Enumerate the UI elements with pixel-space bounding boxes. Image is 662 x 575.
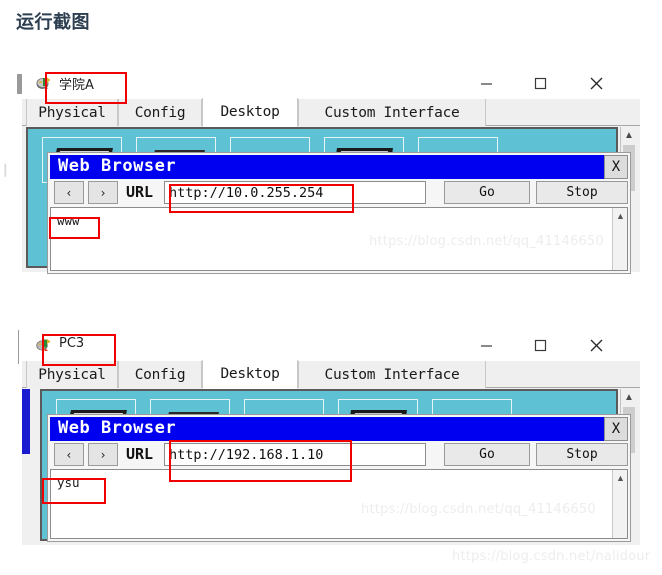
tabstrip-xueyuana: Physical Config Desktop Custom Interface: [22, 98, 640, 127]
scroll-up-arrow-icon[interactable]: ▲: [621, 389, 637, 405]
close-button[interactable]: [574, 68, 618, 99]
page-body-text: www: [57, 213, 80, 228]
tab-label: Physical: [38, 104, 106, 121]
scroll-up-arrow-icon[interactable]: ▲: [613, 470, 627, 485]
back-button[interactable]: ‹: [54, 443, 84, 466]
tab-custom-interface[interactable]: Custom Interface: [298, 361, 486, 388]
footer-watermark: https://blog.csdn.net/nalidour: [452, 549, 651, 564]
url-label: URL: [126, 445, 154, 463]
minimize-button[interactable]: [464, 330, 508, 361]
tab-config[interactable]: Config: [118, 99, 202, 126]
go-label: Go: [479, 185, 495, 200]
go-button[interactable]: Go: [444, 443, 530, 466]
forward-label: ›: [99, 447, 107, 462]
url-value: http://10.0.255.254: [169, 185, 324, 201]
forward-button[interactable]: ›: [88, 443, 118, 466]
tab-label: Desktop: [220, 104, 280, 120]
content-watermark: https://blog.csdn.net/qq_41146650: [369, 234, 604, 249]
web-browser-close-label: X: [611, 159, 621, 175]
close-button[interactable]: [574, 330, 618, 361]
tab-custom-interface[interactable]: Custom Interface: [298, 99, 486, 126]
pc-device-icon: [36, 337, 53, 354]
page-body-text: ysu: [57, 475, 80, 490]
minimize-button[interactable]: [464, 68, 508, 99]
web-browser-content: www ▲ https://blog.csdn.net/qq_41146650: [50, 207, 628, 271]
stop-label: Stop: [566, 185, 598, 200]
scroll-up-arrow-icon[interactable]: ▲: [621, 127, 637, 143]
stop-button[interactable]: Stop: [536, 181, 628, 204]
device-window-xueyuana[interactable]: 学院A Physical Config Desktop Custom Inter…: [2, 68, 640, 274]
maximize-button[interactable]: [518, 68, 562, 99]
web-browser-titlebar[interactable]: Web Browser X: [50, 155, 628, 179]
tab-label: Desktop: [220, 366, 280, 382]
web-browser-close-button[interactable]: X: [604, 155, 628, 179]
stop-button[interactable]: Stop: [536, 443, 628, 466]
web-browser-window-xueyuana[interactable]: Web Browser X ‹ › URL http://10.0.255.25…: [47, 152, 631, 274]
web-browser-close-label: X: [611, 421, 621, 437]
web-browser-toolbar: ‹ › URL http://192.168.1.10 Go Stop: [50, 443, 628, 467]
back-button[interactable]: ‹: [54, 181, 84, 204]
tab-config[interactable]: Config: [118, 361, 202, 388]
url-input[interactable]: http://10.0.255.254: [164, 181, 426, 204]
tab-label: Physical: [38, 366, 106, 383]
url-input[interactable]: http://192.168.1.10: [164, 443, 426, 466]
web-browser-close-button[interactable]: X: [604, 417, 628, 441]
window-title-pc3: PC3: [59, 336, 85, 351]
window-left-rule: [18, 330, 19, 364]
tab-label: Custom Interface: [324, 366, 460, 383]
tab-desktop[interactable]: Desktop: [202, 360, 298, 389]
device-window-pc3[interactable]: PC3 Physical Config Desktop Custom Inter…: [18, 330, 640, 545]
background-strip: [22, 389, 30, 454]
maximize-icon: [534, 339, 546, 352]
close-icon: [590, 339, 602, 352]
minimize-icon: [480, 345, 492, 347]
titlebar-xueyuana[interactable]: 学院A: [22, 68, 640, 99]
screenshot-root: 运行截图 学院A Physical Config Desktop Custom …: [0, 0, 662, 575]
tab-label: Config: [134, 104, 186, 121]
go-button[interactable]: Go: [444, 181, 530, 204]
forward-label: ›: [99, 185, 107, 200]
stop-label: Stop: [566, 447, 598, 462]
window-title-xueyuana: 学院A: [59, 78, 94, 93]
back-label: ‹: [65, 185, 73, 200]
scroll-up-arrow-icon[interactable]: ▲: [613, 208, 627, 223]
url-value: http://192.168.1.10: [169, 447, 324, 463]
maximize-button[interactable]: [518, 330, 562, 361]
web-browser-toolbar: ‹ › URL http://10.0.255.254 Go Stop: [50, 181, 628, 205]
router-device-icon: [36, 75, 53, 92]
content-watermark: https://blog.csdn.net/qq_41146650: [361, 502, 596, 517]
web-browser-titlebar[interactable]: Web Browser X: [50, 417, 628, 441]
content-scrollbar[interactable]: ▲: [612, 208, 627, 270]
tab-label: Custom Interface: [324, 104, 460, 121]
close-icon: [590, 77, 602, 90]
web-browser-content: ysu ▲ https://blog.csdn.net/qq_41146650: [50, 469, 628, 539]
url-label: URL: [126, 183, 154, 201]
page-title: 运行截图: [16, 12, 90, 33]
tab-physical[interactable]: Physical: [26, 361, 118, 388]
minimize-icon: [480, 83, 492, 85]
background-ghost-text: ┃: [2, 165, 9, 177]
tabstrip-pc3: Physical Config Desktop Custom Interface: [22, 360, 640, 389]
web-browser-title: Web Browser: [58, 418, 177, 438]
content-scrollbar[interactable]: ▲: [612, 470, 627, 538]
tab-label: Config: [134, 366, 186, 383]
tab-physical[interactable]: Physical: [26, 99, 118, 126]
web-browser-title: Web Browser: [58, 156, 177, 176]
titlebar-pc3[interactable]: PC3: [22, 330, 640, 361]
forward-button[interactable]: ›: [88, 181, 118, 204]
web-browser-window-pc3[interactable]: Web Browser X ‹ › URL http://192.168.1.1…: [47, 414, 631, 542]
back-label: ‹: [65, 447, 73, 462]
tab-desktop[interactable]: Desktop: [202, 98, 298, 127]
go-label: Go: [479, 447, 495, 462]
maximize-icon: [534, 77, 546, 90]
